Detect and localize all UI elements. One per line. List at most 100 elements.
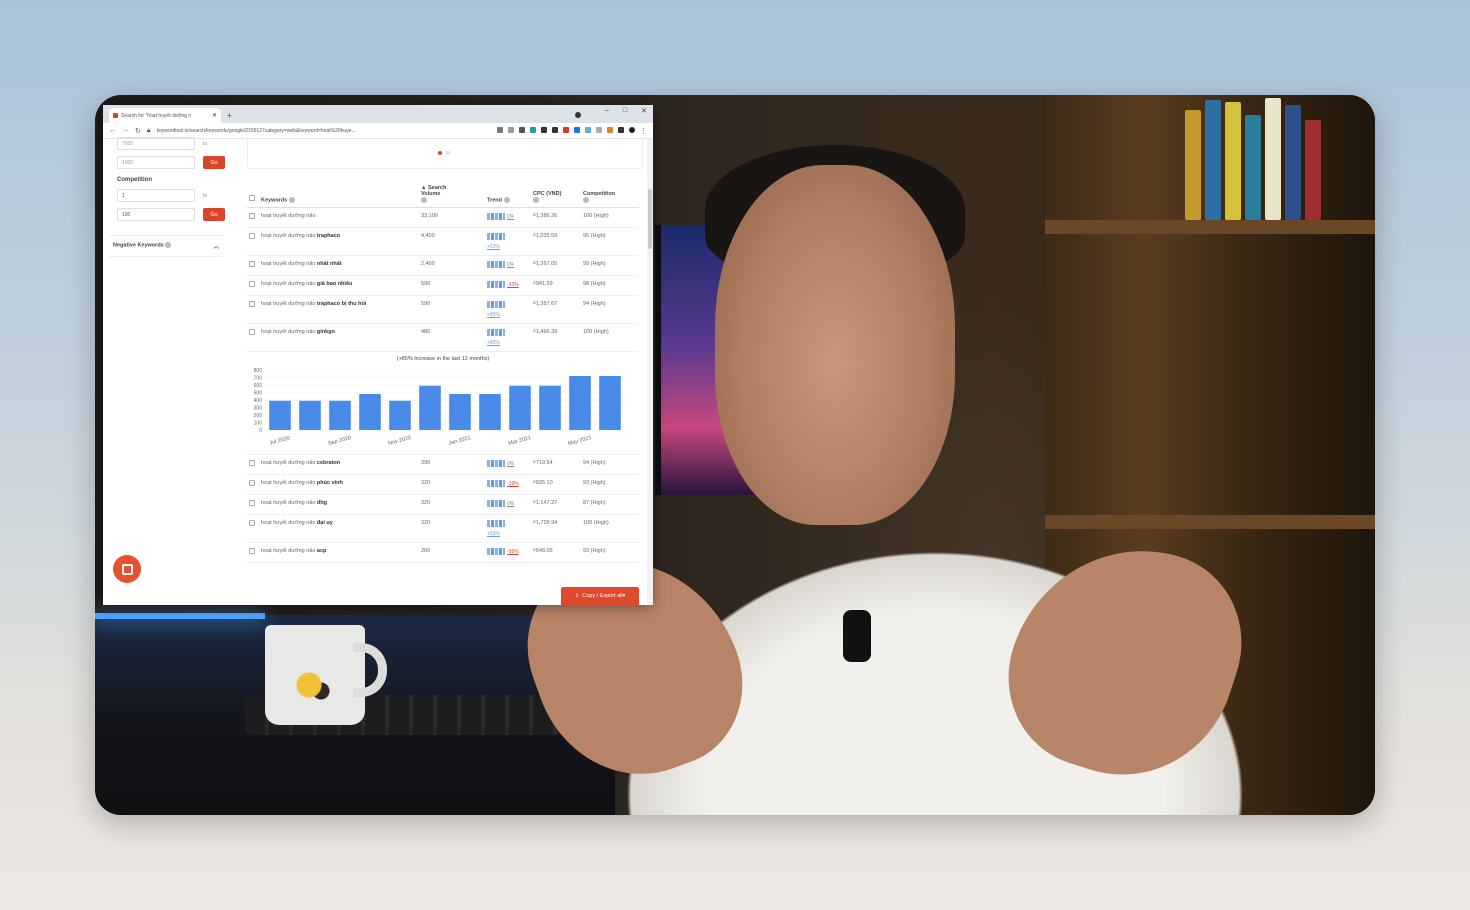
keywords-header[interactable]: Keywords [259, 183, 419, 209]
row-checkbox[interactable] [249, 213, 255, 220]
help-icon[interactable] [503, 197, 510, 203]
trend-value[interactable]: +85% [487, 340, 529, 346]
row-checkbox[interactable] [249, 301, 255, 308]
row-checkbox[interactable] [249, 480, 255, 487]
extension-icon[interactable] [541, 126, 547, 133]
chart-bar[interactable] [329, 401, 351, 431]
competition-header[interactable]: Competition [581, 183, 639, 209]
chart-bar[interactable] [269, 401, 291, 431]
chart-bar[interactable] [509, 386, 531, 431]
scroll-thumb[interactable] [648, 189, 652, 249]
volume-min-input[interactable]: 7000 [117, 137, 195, 150]
chart-bar[interactable] [569, 376, 591, 431]
translate-icon[interactable] [497, 126, 503, 133]
row-checkbox[interactable] [249, 233, 255, 240]
row-checkbox[interactable] [249, 460, 255, 467]
row-checkbox[interactable] [249, 261, 255, 268]
trend-value[interactable]: +53% [487, 531, 529, 537]
avatar[interactable] [629, 126, 635, 133]
profile-icon[interactable] [519, 126, 525, 133]
minimize-icon[interactable]: – [605, 107, 609, 115]
table-row[interactable]: hoạt huyết dưỡng não traphaco 4,400 +53% ₫1… [247, 227, 639, 257]
back-icon[interactable]: ← [109, 127, 116, 134]
chart-bar[interactable] [539, 386, 561, 431]
chart-bar[interactable] [299, 401, 321, 431]
trend-value[interactable]: 0% [507, 501, 514, 507]
row-checkbox[interactable] [249, 548, 255, 555]
chart-bar[interactable] [419, 386, 441, 431]
row-checkbox[interactable] [249, 329, 255, 336]
competition-min-input[interactable]: 1 [117, 189, 195, 202]
help-icon[interactable] [421, 197, 427, 203]
go-button[interactable]: Go [203, 156, 225, 169]
extension-icon[interactable] [607, 126, 613, 133]
scrollbar[interactable] [647, 139, 653, 605]
sparkline [487, 301, 505, 309]
menu-icon[interactable]: ⋮ [640, 127, 647, 135]
select-all-checkbox[interactable] [249, 195, 255, 202]
competition-max-input[interactable]: 100 [117, 208, 195, 221]
row-checkbox[interactable] [249, 500, 255, 507]
reload-icon[interactable]: ↻ [135, 127, 141, 135]
extension-icon[interactable] [574, 126, 580, 133]
chat-icon [121, 563, 133, 575]
chat-button[interactable] [113, 555, 141, 583]
star-icon[interactable] [508, 126, 514, 133]
table-row[interactable]: hoạt huyết dưỡng não traphaco bị thu hồi… [247, 295, 639, 325]
keyword-prefix: hoạt huyết dưỡng não [261, 480, 316, 487]
close-tab-icon[interactable]: ✕ [212, 112, 217, 119]
chart-bar[interactable] [389, 401, 411, 431]
trend-value[interactable]: 0% [507, 262, 514, 268]
trend-value[interactable]: -56% [507, 549, 519, 555]
trend-value[interactable]: +53% [487, 244, 529, 250]
trend-header[interactable]: Trend [485, 183, 531, 209]
trend-value[interactable]: -19% [507, 481, 519, 487]
go-button[interactable]: Go [203, 208, 225, 221]
table-row[interactable]: hoạt huyết dưỡng não đại uy 320 +53% ₫1,728… [247, 514, 639, 544]
table-row[interactable]: hoạt huyết dưỡng não nhất nhất 2,400 0% ₫1,… [247, 255, 639, 277]
table-row[interactable]: hoạt huyết dưỡng não acp 260 -56% ₫648.05 93… [247, 542, 639, 564]
forward-icon[interactable]: → [122, 127, 129, 134]
table-row[interactable]: hoạt huyết dưỡng não cebraton 390 0% ₫719.5… [247, 454, 639, 476]
trend-value[interactable]: +85% [487, 312, 529, 318]
new-tab-icon[interactable]: + [227, 109, 232, 123]
chart-bar[interactable] [449, 394, 471, 431]
row-checkbox[interactable] [249, 281, 255, 288]
chart-bar[interactable] [479, 394, 501, 431]
negative-keywords-toggle[interactable]: Negative Keywords ︿ [109, 235, 223, 257]
record-icon[interactable] [575, 112, 581, 118]
row-checkbox[interactable] [249, 520, 255, 527]
cpc-header[interactable]: CPC (VND) [531, 183, 581, 209]
keyword-prefix: hoạt huyết dưỡng não [261, 261, 316, 268]
extension-icon[interactable] [596, 126, 602, 133]
extension-icon[interactable] [552, 126, 558, 133]
table-row[interactable]: hoạt huyết dưỡng não ginkgo 480 +85% ₫1,496… [247, 323, 639, 353]
trend-value[interactable]: 0% [507, 461, 514, 467]
keyword-cell: hoạt huyết dưỡng não dhg [259, 494, 419, 516]
table-row[interactable]: hoạt huyết dưỡng não phúc vinh 320 -19% ₫83… [247, 474, 639, 496]
help-icon[interactable] [583, 197, 589, 203]
maximize-icon[interactable]: □ [623, 107, 627, 115]
extension-icon[interactable] [585, 126, 591, 133]
help-icon[interactable] [533, 197, 539, 203]
table-row[interactable]: hoạt huyết dưỡng não dhg 320 0% ₫1,147.27 87… [247, 494, 639, 516]
table-row[interactable]: hoạt huyết dưỡng não giá bao nhiêu 590 -33… [247, 275, 639, 297]
search-volume-header[interactable]: ▲ Search Volume [419, 183, 485, 209]
trend-value[interactable]: 0% [507, 214, 514, 220]
table-row[interactable]: hoạt huyết dưỡng não 33,100 0% ₫1,386.36 10… [247, 207, 639, 229]
extension-icon[interactable] [530, 126, 536, 133]
puzzle-icon[interactable] [618, 126, 624, 133]
volume-max-input[interactable]: 1000 [117, 156, 195, 169]
trend-value[interactable]: -33% [507, 282, 519, 288]
copy-export-button[interactable]: ⇩ Copy / Export all ▾ [561, 587, 639, 605]
chart-bar[interactable] [359, 394, 381, 431]
help-icon[interactable] [165, 242, 172, 248]
url-field[interactable]: keywordtool.io/search/keywords/google/21… [157, 128, 491, 134]
chevron-up-icon: ︿ [213, 244, 219, 250]
carousel-dots[interactable] [438, 151, 450, 155]
help-icon[interactable] [288, 197, 295, 203]
chart-bar[interactable] [599, 376, 621, 431]
close-window-icon[interactable]: ✕ [641, 107, 647, 115]
extension-icon[interactable] [563, 126, 569, 133]
browser-tab[interactable]: Search for "hoạt huyết dưỡng n ✕ [109, 108, 221, 123]
